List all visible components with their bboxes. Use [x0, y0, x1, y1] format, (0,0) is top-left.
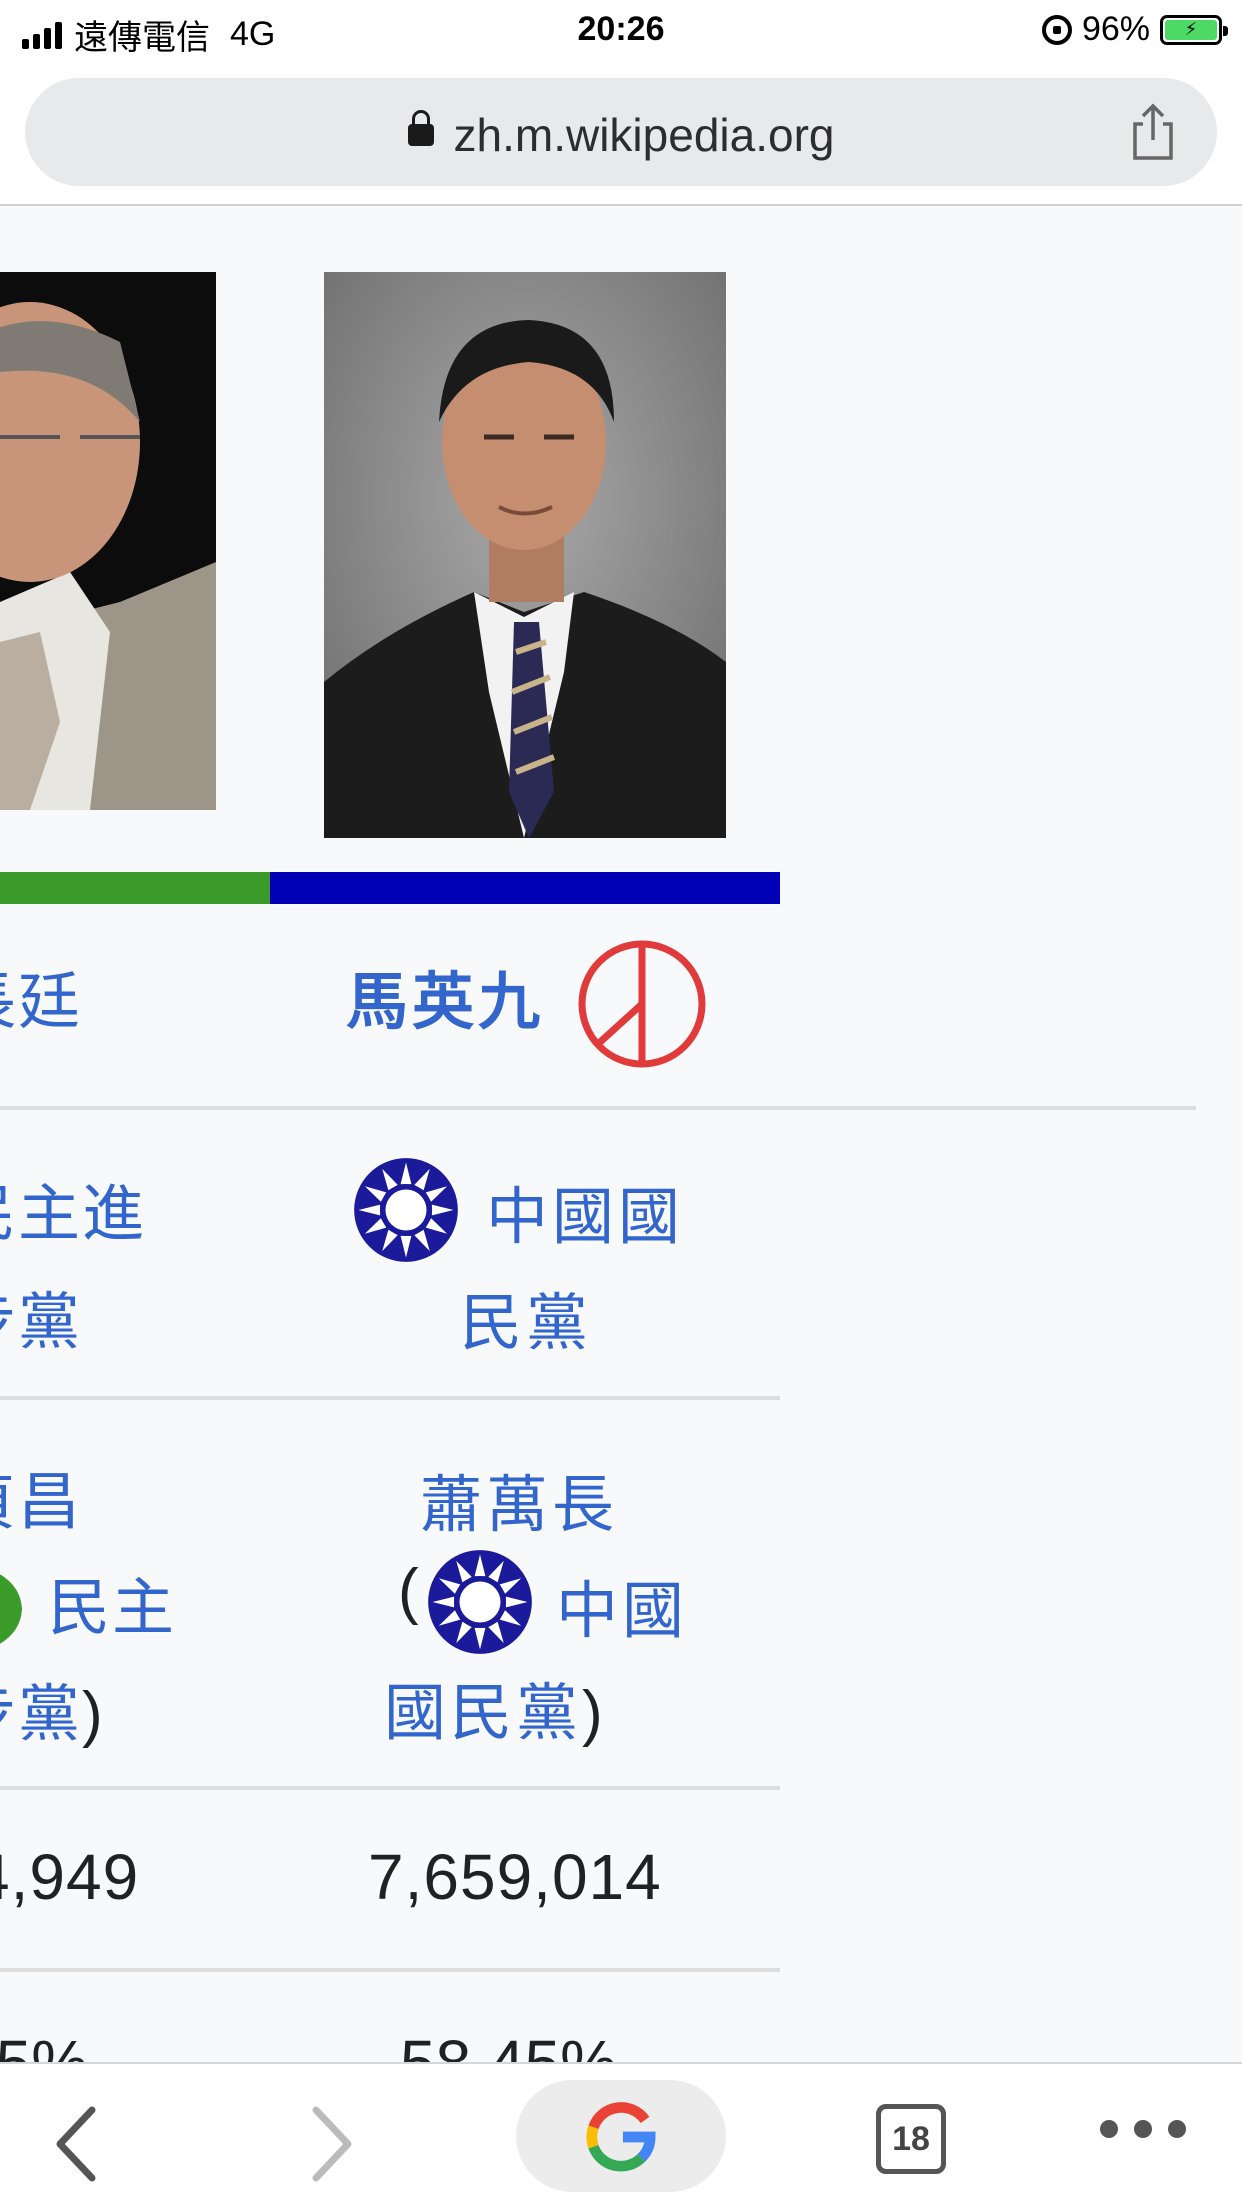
browser-toolbar: 18 [0, 2062, 1242, 2210]
vp-open-paren: ( [398, 1557, 419, 1626]
row-divider [0, 1786, 780, 1790]
share-icon[interactable] [1129, 102, 1177, 162]
votes-right: 7,659,014 [368, 1841, 662, 1913]
votes-left: 4,949 [0, 1841, 140, 1913]
candidate-name-left[interactable]: 長廷 [0, 951, 82, 1041]
dpp-emblem-icon[interactable] [0, 1561, 22, 1657]
padlock-icon [407, 109, 434, 146]
party-left[interactable]: 民主進 步黨 [0, 1161, 146, 1377]
url-text: zh.m.wikipedia.org [453, 109, 835, 161]
chevron-right-icon[interactable] [306, 2104, 356, 2184]
page-content: 長廷 馬英九 民主進 步黨 中國國 民黨 貞昌 [0, 206, 1242, 2062]
party-color-bar-dpp [0, 872, 270, 904]
vp-party-right-line1[interactable]: 中國 [556, 1560, 688, 1650]
status-right: 96% ⚡ [1041, 10, 1228, 49]
candidate-photo-ma-ying-jeou[interactable] [324, 272, 726, 838]
orientation-lock-icon [1041, 14, 1072, 45]
row-divider [0, 1396, 780, 1400]
party-right-line2[interactable]: 民黨 [460, 1272, 592, 1362]
google-g-icon [586, 2102, 656, 2172]
url-display[interactable]: zh.m.wikipedia.org [25, 108, 1217, 162]
google-search-button[interactable] [516, 2080, 726, 2192]
browser-chrome: zh.m.wikipedia.org [0, 62, 1242, 206]
party-right-line1[interactable]: 中國國 [486, 1166, 684, 1256]
percent-left: 55% [0, 2026, 88, 2062]
kmt-emblem-icon[interactable] [426, 1548, 534, 1656]
kmt-emblem-icon[interactable] [352, 1156, 460, 1264]
candidate-name-right[interactable]: 馬英九 [346, 951, 544, 1041]
ellipsis-icon[interactable] [1100, 2120, 1186, 2138]
election-winner-mark-icon [578, 940, 706, 1068]
candidate-photo-left[interactable] [0, 272, 216, 810]
row-divider [0, 1106, 1196, 1110]
vp-left[interactable]: 貞昌 民主 步黨) [0, 1450, 176, 1768]
battery-icon: ⚡ [1160, 14, 1228, 45]
party-color-bar-kmt [270, 872, 780, 904]
vp-name-right[interactable]: 蕭萬長 [420, 1454, 618, 1544]
status-bar: 遠傳電信 4G 20:26 96% ⚡ [0, 0, 1242, 62]
battery-percent: 96% [1081, 10, 1150, 48]
vp-party-right-line2[interactable]: 國民黨) [384, 1662, 607, 1752]
percent-right: 58.45% [400, 2026, 617, 2062]
chevron-left-icon[interactable] [52, 2104, 102, 2184]
tab-switcher-button[interactable]: 18 [876, 2104, 946, 2174]
address-bar[interactable]: zh.m.wikipedia.org [25, 78, 1217, 186]
row-divider [0, 1968, 780, 1972]
